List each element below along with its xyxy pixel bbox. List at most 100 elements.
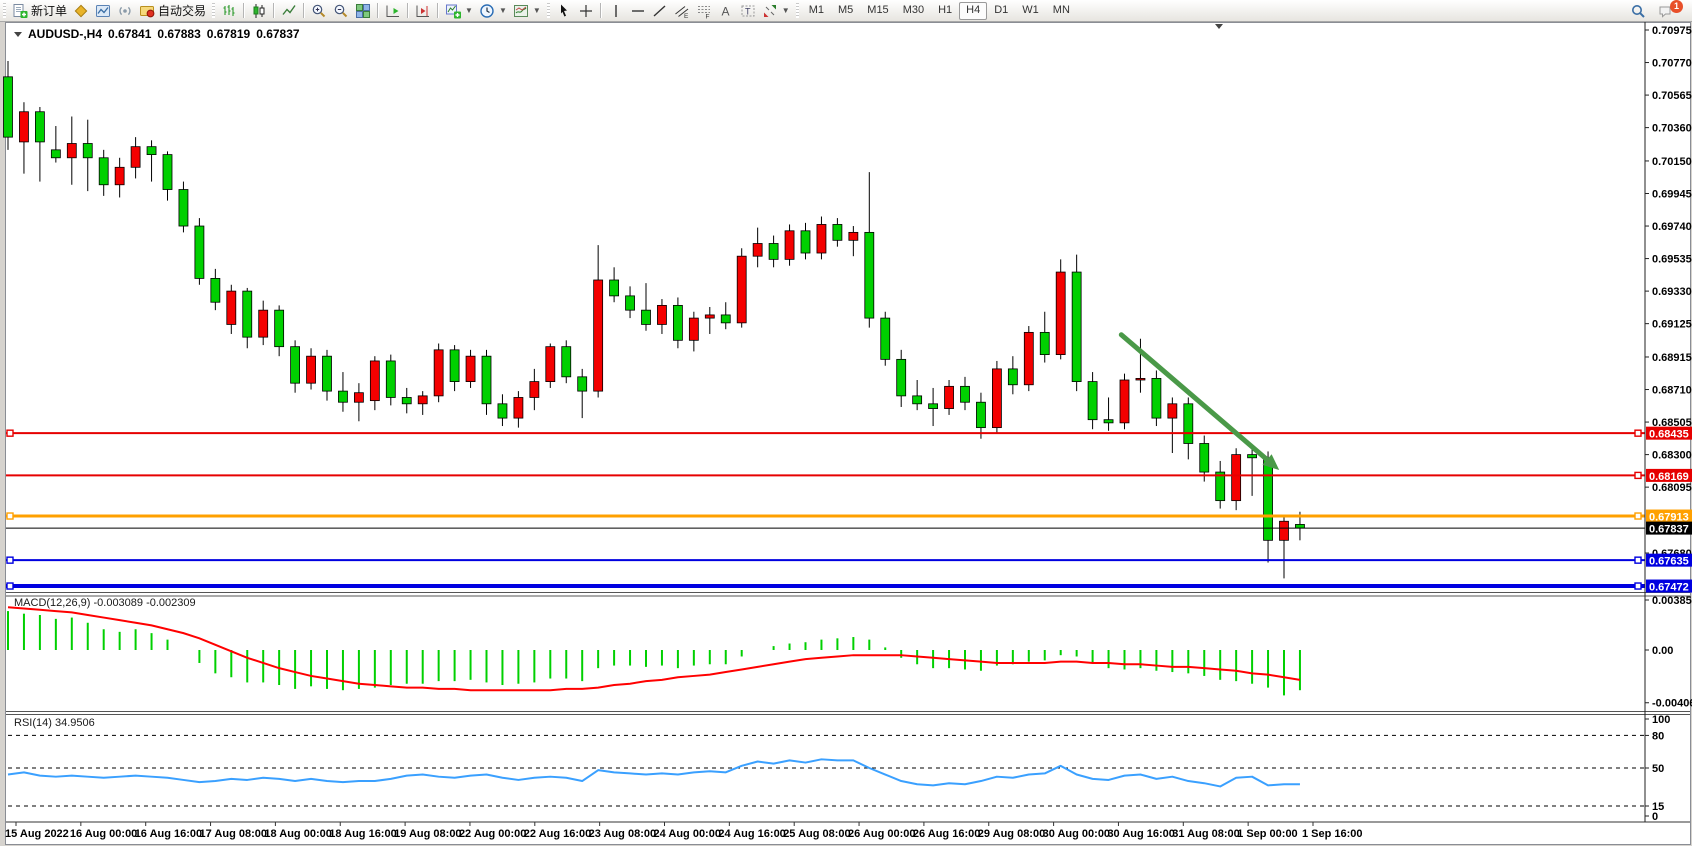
hline-button[interactable] bbox=[627, 1, 649, 21]
text-button[interactable]: A bbox=[715, 1, 737, 21]
rsi-line bbox=[8, 759, 1300, 786]
time-axis: 15 Aug 202216 Aug 00:0016 Aug 16:0017 Au… bbox=[5, 822, 1363, 840]
line-handle[interactable] bbox=[1635, 557, 1641, 563]
price-tick-label: 0.68300 bbox=[1652, 450, 1692, 462]
zoom-in-button[interactable] bbox=[308, 1, 330, 21]
candle bbox=[1040, 332, 1049, 354]
tile-windows-button[interactable] bbox=[352, 1, 374, 21]
timeframe-button-d1[interactable]: D1 bbox=[987, 2, 1015, 20]
tile-windows-icon bbox=[355, 3, 371, 19]
candle bbox=[434, 350, 443, 396]
label-button[interactable]: T bbox=[737, 1, 759, 21]
candle bbox=[179, 190, 188, 227]
periods-button[interactable]: ▼ bbox=[476, 1, 510, 21]
chart-shift-button[interactable] bbox=[412, 1, 434, 21]
data-window-button[interactable] bbox=[92, 1, 114, 21]
horizontal-line[interactable] bbox=[6, 583, 1645, 589]
candle bbox=[163, 155, 172, 190]
timeframe-button-w1[interactable]: W1 bbox=[1015, 2, 1046, 20]
timeframe-button-h4[interactable]: H4 bbox=[959, 2, 987, 20]
candles-icon bbox=[251, 3, 267, 19]
time-tick-label: 30 Aug 16:00 bbox=[1107, 828, 1174, 840]
line-handle[interactable] bbox=[1635, 513, 1641, 519]
indicators-button[interactable]: ▼ bbox=[442, 1, 476, 21]
candle bbox=[147, 147, 156, 155]
candle bbox=[227, 291, 236, 324]
community-button[interactable]: 1 bbox=[1655, 1, 1686, 21]
candle bbox=[626, 296, 635, 310]
rsi-axis-label: 80 bbox=[1652, 730, 1664, 742]
channel-button[interactable]: E bbox=[671, 1, 693, 21]
line-handle[interactable] bbox=[7, 583, 13, 589]
line-handle[interactable] bbox=[7, 557, 13, 563]
time-tick-label: 26 Aug 00:00 bbox=[848, 828, 915, 840]
candle bbox=[418, 396, 427, 404]
cursor-button[interactable] bbox=[553, 1, 575, 21]
chart-shift-marker[interactable] bbox=[1215, 24, 1223, 29]
vline-button[interactable] bbox=[605, 1, 627, 21]
arrows-icon bbox=[762, 3, 778, 19]
signals-button[interactable] bbox=[114, 1, 136, 21]
fibonacci-button[interactable]: F bbox=[693, 1, 715, 21]
horizontal-line[interactable] bbox=[6, 557, 1645, 563]
timeframe-button-m1[interactable]: M1 bbox=[802, 2, 831, 20]
svg-text:A: A bbox=[721, 4, 729, 18]
timeframe-button-m30[interactable]: M30 bbox=[896, 2, 931, 20]
zoom-out-button[interactable] bbox=[330, 1, 352, 21]
time-tick-label: 22 Aug 16:00 bbox=[524, 828, 591, 840]
timeframe-button-m5[interactable]: M5 bbox=[831, 2, 860, 20]
templates-button[interactable]: ▼ bbox=[510, 1, 544, 21]
line-handle[interactable] bbox=[7, 513, 13, 519]
candlestick-button[interactable] bbox=[248, 1, 270, 21]
toolbar-separator bbox=[407, 3, 409, 18]
toolbar-grip bbox=[212, 3, 215, 18]
auto-scroll-button[interactable] bbox=[382, 1, 404, 21]
toolbar-separator bbox=[600, 3, 602, 18]
svg-text:0.68435: 0.68435 bbox=[1649, 429, 1689, 441]
trendline-button[interactable] bbox=[649, 1, 671, 21]
line-handle[interactable] bbox=[1635, 472, 1641, 478]
horizontal-line[interactable] bbox=[6, 430, 1645, 436]
candle bbox=[594, 280, 603, 391]
timeframe-button-mn[interactable]: MN bbox=[1046, 2, 1077, 20]
price-label-box: 0.68169 bbox=[1646, 469, 1692, 483]
timeframe-button-m15[interactable]: M15 bbox=[860, 2, 895, 20]
ohlc-low: 0.67819 bbox=[207, 27, 250, 41]
candle bbox=[737, 256, 746, 323]
line-handle[interactable] bbox=[1635, 430, 1641, 436]
macd-indicator-label: MACD(12,26,9) -0.003089 -0.002309 bbox=[14, 597, 196, 609]
trendline-icon bbox=[652, 3, 668, 19]
search-button[interactable] bbox=[1627, 1, 1649, 21]
crosshair-button[interactable] bbox=[575, 1, 597, 21]
new-order-button[interactable]: 新订单 bbox=[9, 1, 70, 21]
horizontal-line[interactable] bbox=[6, 472, 1645, 478]
price-tick-label: 0.69125 bbox=[1652, 319, 1692, 331]
line-handle[interactable] bbox=[1635, 583, 1641, 589]
horizontal-line[interactable] bbox=[6, 513, 1645, 519]
line-chart-button[interactable] bbox=[278, 1, 300, 21]
time-tick-label: 24 Aug 16:00 bbox=[718, 828, 785, 840]
line-handle[interactable] bbox=[7, 430, 13, 436]
arrows-button[interactable]: ▼ bbox=[759, 1, 793, 21]
autotrading-button[interactable]: 自动交易 bbox=[136, 1, 209, 21]
candle bbox=[801, 231, 810, 253]
candle bbox=[131, 147, 140, 168]
chart-canvas[interactable]: 0.709750.707700.705650.703600.701500.699… bbox=[0, 0, 1692, 846]
timeframe-button-h1[interactable]: H1 bbox=[931, 2, 959, 20]
svg-text:F: F bbox=[705, 13, 709, 19]
macd-signal-line bbox=[8, 607, 1300, 690]
candle bbox=[1280, 521, 1289, 540]
market-watch-button[interactable] bbox=[70, 1, 92, 21]
candle bbox=[992, 369, 1001, 428]
bar-chart-button[interactable] bbox=[218, 1, 240, 21]
new-order-icon bbox=[12, 3, 28, 19]
toolbar-separator bbox=[437, 3, 439, 18]
main-toolbar: 新订单自动交易▼▼▼EFAT▼M1M5M15M30H1H4D1W1MN1 bbox=[0, 0, 1692, 22]
chevron-down-icon[interactable] bbox=[14, 32, 22, 37]
candle bbox=[546, 347, 555, 382]
time-tick-label: 22 Aug 00:00 bbox=[459, 828, 526, 840]
candle bbox=[370, 361, 379, 401]
toolbar-separator bbox=[243, 3, 245, 18]
candle bbox=[610, 280, 619, 296]
candle bbox=[721, 315, 730, 323]
